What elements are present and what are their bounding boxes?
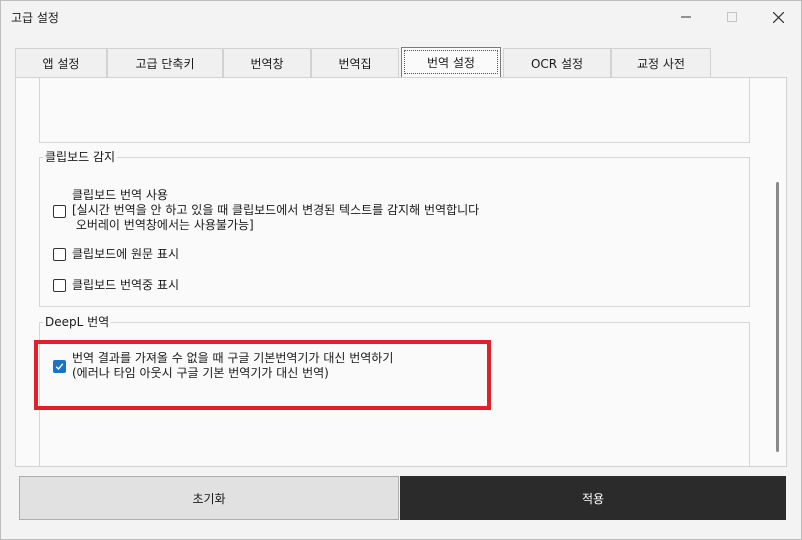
deepl-group-title: DeepL 번역 <box>43 313 112 330</box>
clipboard-translation-label: 클립보드 번역 사용 [실시간 번역을 안 하고 있을 때 클립보드에서 변경된… <box>72 188 480 232</box>
tab-translation-collection[interactable]: 번역집 <box>311 48 399 77</box>
close-icon <box>772 11 784 23</box>
window-title: 고급 설정 <box>11 11 59 25</box>
minimize-icon <box>681 16 691 18</box>
show-translating-option[interactable]: 클립보드 번역중 표시 <box>53 278 179 293</box>
tab-ocr-settings[interactable]: OCR 설정 <box>503 48 611 77</box>
close-button[interactable] <box>755 1 801 33</box>
clipboard-group-title: 클립보드 감지 <box>43 148 118 165</box>
show-original-label: 클립보드에 원문 표시 <box>72 247 179 261</box>
tab-advanced-shortcuts[interactable]: 고급 단축키 <box>107 48 223 77</box>
show-original-checkbox[interactable] <box>53 248 66 261</box>
settings-window: 고급 설정 앱 설정 고급 단축키 번역창 번역집 번역 설정 OCR 설정 교… <box>0 0 802 540</box>
highlight-annotation <box>34 340 491 410</box>
title-bar[interactable]: 고급 설정 <box>1 1 801 33</box>
show-original-option[interactable]: 클립보드에 원문 표시 <box>53 247 179 262</box>
show-translating-checkbox[interactable] <box>53 279 66 292</box>
tab-translation-settings[interactable]: 번역 설정 <box>401 47 501 77</box>
tab-app-settings[interactable]: 앱 설정 <box>15 48 107 77</box>
vertical-scrollbar[interactable] <box>776 182 779 452</box>
reset-button[interactable]: 초기화 <box>19 476 399 520</box>
clipboard-translation-option[interactable]: 클립보드 번역 사용 [실시간 번역을 안 하고 있을 때 클립보드에서 변경된… <box>53 188 479 233</box>
upper-groupbox <box>39 78 750 143</box>
maximize-button[interactable] <box>709 1 755 33</box>
maximize-icon <box>727 12 737 22</box>
apply-button[interactable]: 적용 <box>400 476 786 520</box>
settings-tabs: 앱 설정 고급 단축키 번역창 번역집 번역 설정 OCR 설정 교정 사전 <box>15 47 787 77</box>
minimize-button[interactable] <box>663 1 709 33</box>
tab-translation-window[interactable]: 번역창 <box>223 48 311 77</box>
tab-correction-dictionary[interactable]: 교정 사전 <box>611 48 711 77</box>
show-translating-label: 클립보드 번역중 표시 <box>72 278 179 292</box>
clipboard-translation-checkbox[interactable] <box>53 205 66 218</box>
